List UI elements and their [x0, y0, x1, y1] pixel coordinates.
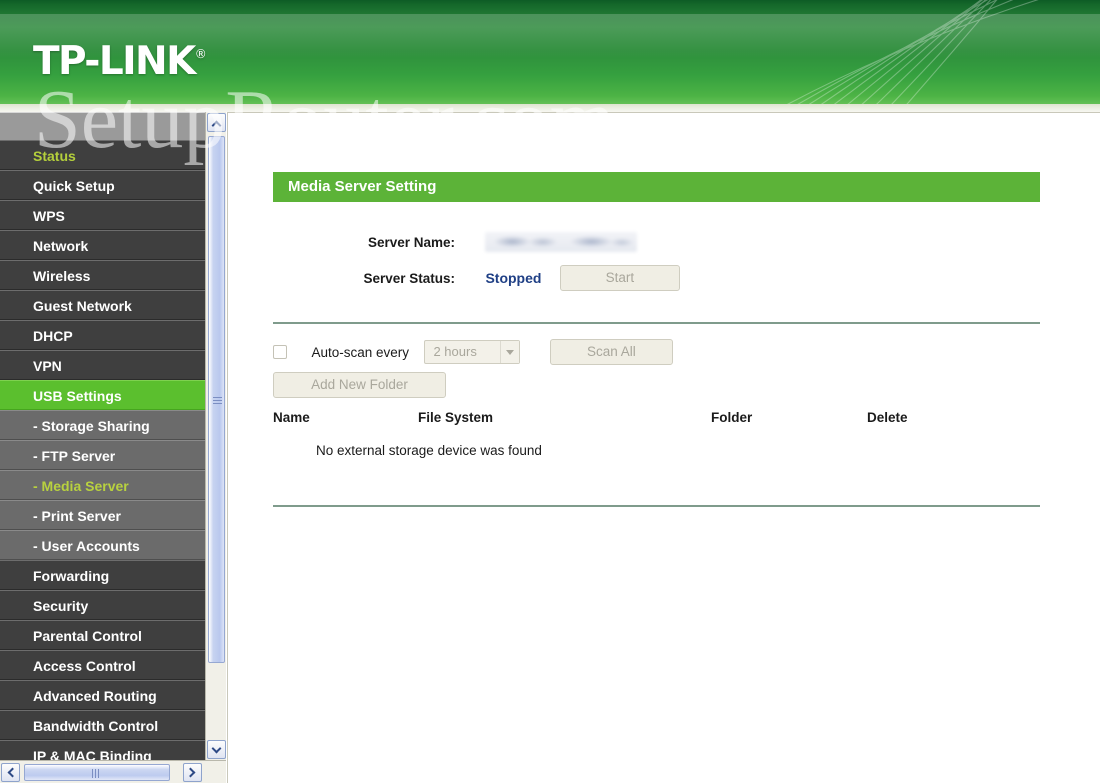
sidebar-item-vpn[interactable]: VPN	[0, 350, 205, 380]
scan-all-button[interactable]: Scan All	[549, 339, 673, 365]
server-status-value: Stopped	[485, 270, 542, 286]
column-header-delete: Delete	[867, 410, 908, 425]
tplink-logo: TP-LINK®	[33, 42, 207, 81]
server-name-row: Server Name:	[273, 232, 638, 254]
registered-trademark-icon: ®	[194, 47, 207, 61]
scrollbar-grip-icon	[92, 769, 101, 778]
sidebar-item-print-server[interactable]: - Print Server	[0, 500, 205, 530]
sidebar-item-user-accounts[interactable]: - User Accounts	[0, 530, 205, 560]
sidebar-item-access-control[interactable]: Access Control	[0, 650, 205, 680]
column-header-file-system: File System	[418, 410, 494, 425]
scrollbar-grip-icon	[213, 396, 222, 404]
sidebar-item-security[interactable]: Security	[0, 590, 205, 620]
column-header-name: Name	[273, 410, 310, 425]
scroll-left-button[interactable]	[1, 763, 20, 782]
sidebar-item-wps[interactable]: WPS	[0, 200, 205, 230]
horizontal-scrollbar-thumb[interactable]	[24, 764, 170, 781]
add-new-folder-button[interactable]: Add New Folder	[273, 372, 446, 398]
empty-state-message: No external storage device was found	[316, 443, 542, 458]
sidebar-item-bandwidth-control[interactable]: Bandwidth Control	[0, 710, 205, 740]
sidebar-item-guest-network[interactable]: Guest Network	[0, 290, 205, 320]
autoscan-label: Auto-scan every	[311, 344, 409, 360]
sidebar-top-band	[0, 112, 205, 140]
autoscan-row: Auto-scan every 2 hours Scan All	[273, 339, 673, 365]
folder-table-header: Name File System Folder Delete	[273, 410, 1040, 430]
chevron-down-icon	[500, 341, 520, 363]
page-title: Media Server Setting	[273, 172, 1040, 202]
column-header-folder: Folder	[711, 410, 753, 425]
main-content-panel: Media Server Setting Server Name: Server…	[227, 112, 1100, 783]
server-name-label: Server Name:	[367, 234, 455, 250]
sidebar-item-usb-settings[interactable]: USB Settings	[0, 380, 205, 410]
sidebar-item-dhcp[interactable]: DHCP	[0, 320, 205, 350]
header-bottom-edge	[0, 104, 1100, 112]
sidebar-item-forwarding[interactable]: Forwarding	[0, 560, 205, 590]
sidebar-vertical-scrollbar[interactable]	[205, 112, 226, 760]
sidebar-item-media-server[interactable]: - Media Server	[0, 470, 205, 500]
sidebar-item-network[interactable]: Network	[0, 230, 205, 260]
divider-top	[273, 322, 1040, 324]
sidebar-horizontal-scrollbar[interactable]	[0, 760, 226, 783]
scroll-up-button[interactable]	[207, 113, 226, 132]
sidebar-navigation: Status Quick Setup WPS Network Wireless Guest…	[0, 112, 205, 760]
sidebar-item-quick-setup[interactable]: Quick Setup	[0, 170, 205, 200]
sidebar-item-ftp-server[interactable]: - FTP Server	[0, 440, 205, 470]
server-status-label: Server Status:	[363, 270, 455, 286]
server-status-row: Server Status: Stopped Start	[273, 265, 680, 291]
sidebar-item-advanced-routing[interactable]: Advanced Routing	[0, 680, 205, 710]
sidebar-item-ip-and-mac-binding[interactable]: IP & MAC Binding	[0, 740, 205, 760]
sidebar-item-status[interactable]: Status	[0, 140, 205, 170]
vertical-scrollbar-thumb[interactable]	[208, 136, 225, 663]
divider-bottom	[273, 505, 1040, 507]
scroll-right-button[interactable]	[183, 763, 202, 782]
router-admin-page: TP-LINK® SetupRouter.com Media Server Se…	[0, 0, 1100, 783]
autoscan-checkbox[interactable]	[273, 345, 287, 359]
autoscan-interval-value: 2 hours	[433, 344, 477, 359]
autoscan-interval-select[interactable]: 2 hours	[424, 340, 521, 364]
page-header: TP-LINK®	[0, 0, 1100, 104]
sidebar-item-storage-sharing[interactable]: - Storage Sharing	[0, 410, 205, 440]
header-swoosh-decoration	[787, 0, 1039, 104]
start-button[interactable]: Start	[559, 265, 680, 291]
scroll-down-button[interactable]	[207, 740, 226, 759]
sidebar-item-parental-control[interactable]: Parental Control	[0, 620, 205, 650]
sidebar-menu-list: Status Quick Setup WPS Network Wireless Guest…	[0, 140, 205, 760]
logo-text: TP-LINK	[33, 39, 196, 84]
sidebar-item-wireless[interactable]: Wireless	[0, 260, 205, 290]
server-name-value-redacted	[485, 232, 638, 252]
